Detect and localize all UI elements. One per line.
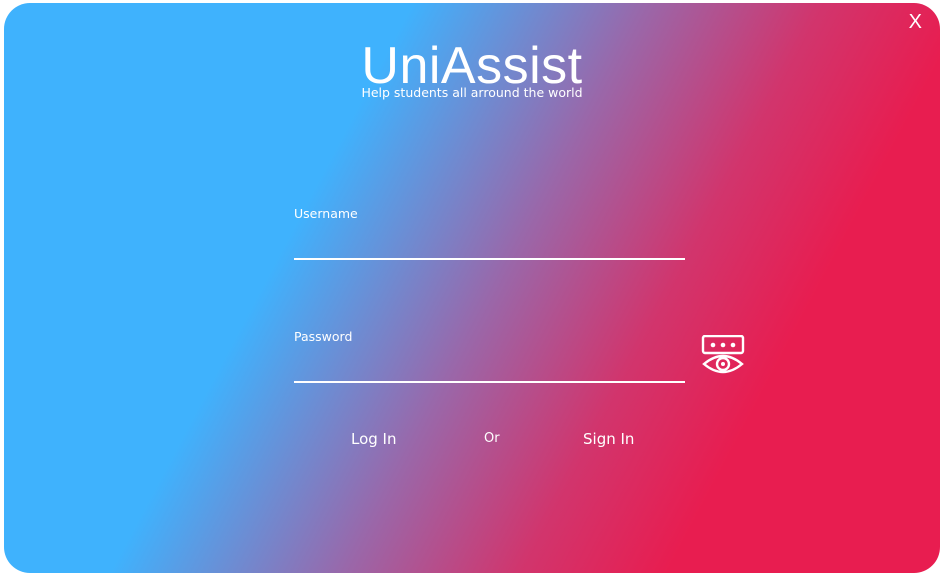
show-password-button[interactable] — [701, 334, 745, 375]
close-button[interactable]: X — [909, 12, 922, 32]
eye-reveal-icon — [701, 334, 745, 374]
password-field[interactable] — [294, 355, 685, 383]
username-field[interactable] — [294, 232, 685, 260]
or-separator: Or — [484, 431, 500, 446]
login-button[interactable]: Log In — [351, 430, 397, 448]
app-subtitle: Help students all arround the world — [361, 85, 583, 100]
login-window: X UniAssist Help students all arround th… — [4, 3, 940, 573]
password-label: Password — [294, 329, 353, 344]
username-label: Username — [294, 206, 358, 221]
signin-button[interactable]: Sign In — [583, 430, 634, 448]
